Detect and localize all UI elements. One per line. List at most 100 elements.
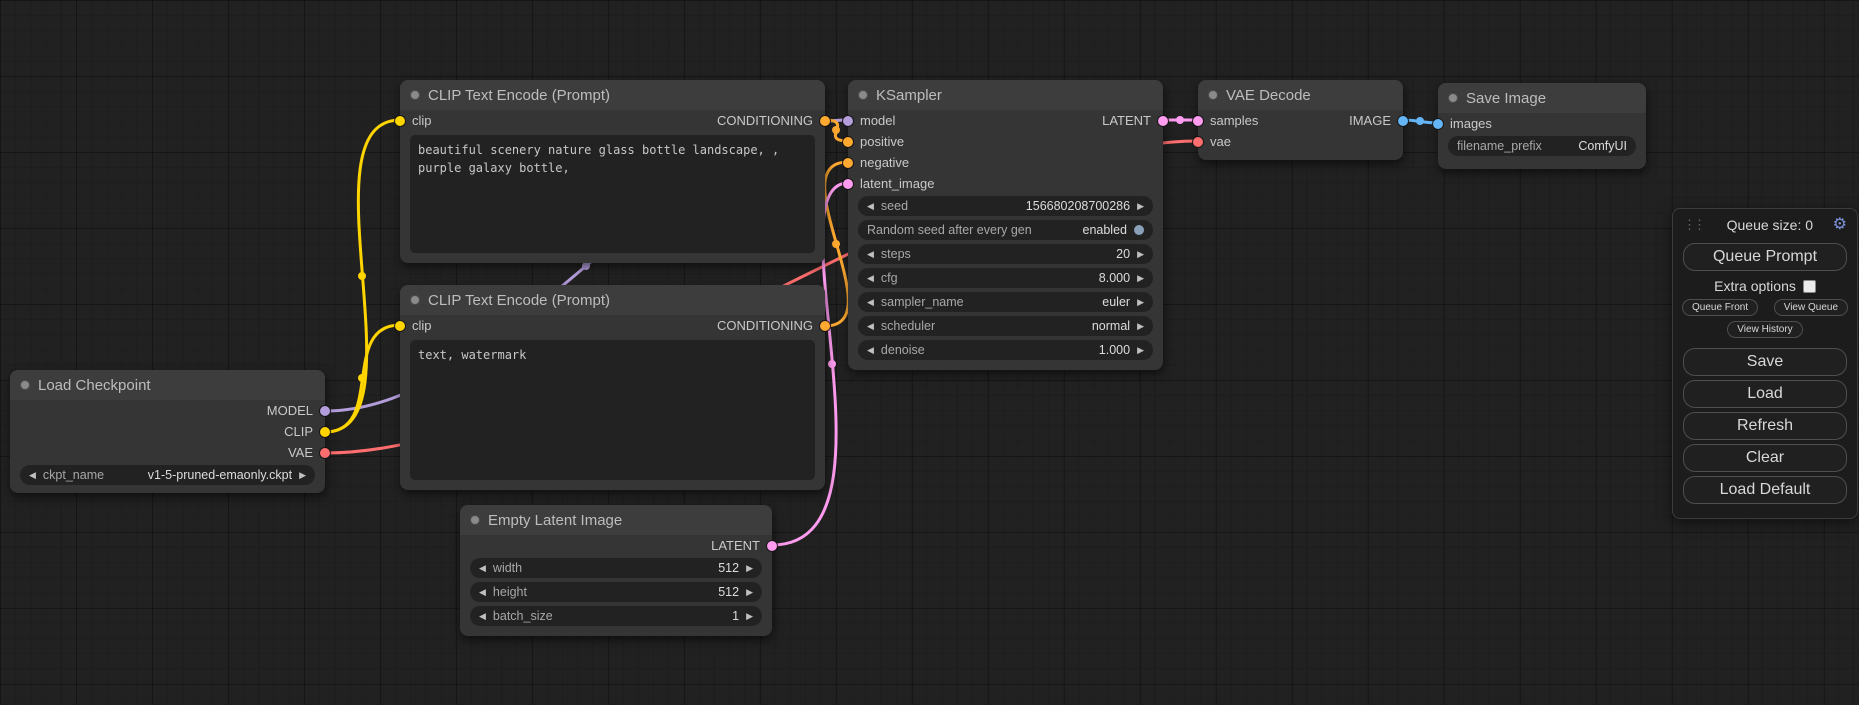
widget-sampler-name[interactable]: ◀ sampler_name euler ▶ [858,292,1153,312]
clip-output-port[interactable] [320,427,330,437]
widget-steps[interactable]: ◀ steps 20 ▶ [858,244,1153,264]
slot-label-vae: VAE [288,445,313,460]
increment-arrow-icon[interactable]: ▶ [1137,250,1144,259]
increment-arrow-icon[interactable]: ▶ [1137,346,1144,355]
vae-output-port[interactable] [320,448,330,458]
decrement-arrow-icon[interactable]: ◀ [479,588,486,597]
increment-arrow-icon[interactable]: ▶ [1137,202,1144,211]
node-title: VAE Decode [1226,87,1311,104]
node-header[interactable]: Load Checkpoint [10,370,325,400]
refresh-button[interactable]: Refresh [1683,412,1847,440]
samples-input-port[interactable] [1193,116,1203,126]
increment-arrow-icon[interactable]: ▶ [299,471,306,480]
decrement-arrow-icon[interactable]: ◀ [479,612,486,621]
widget-value: 1 [732,609,739,623]
widget-ckpt-name[interactable]: ◀ ckpt_name v1-5-pruned-emaonly.ckpt ▶ [20,465,315,485]
decrement-arrow-icon[interactable]: ◀ [867,250,874,259]
slot-label-latent-image: latent_image [860,176,934,191]
widget-name: cfg [881,271,898,285]
slot-row: model LATENT [848,110,1163,131]
decrement-arrow-icon[interactable]: ◀ [867,274,874,283]
slot-row: images [1438,113,1646,134]
conditioning-output-port[interactable] [820,116,830,126]
decrement-arrow-icon[interactable]: ◀ [479,564,486,573]
negative-input-port[interactable] [843,158,853,168]
node-vae-decode[interactable]: VAE Decode samples IMAGE vae [1198,80,1403,160]
load-default-button[interactable]: Load Default [1683,476,1847,504]
view-queue-button[interactable]: View Queue [1774,299,1848,316]
decrement-arrow-icon[interactable]: ◀ [867,322,874,331]
node-graph-canvas[interactable]: Load Checkpoint MODEL CLIP VAE ◀ ckpt_na… [0,0,1859,705]
node-header[interactable]: Save Image [1438,83,1646,113]
node-collapse-dot[interactable] [858,90,868,100]
clear-button[interactable]: Clear [1683,444,1847,472]
widget-filename-prefix[interactable]: filename_prefix ComfyUI [1448,136,1636,156]
increment-arrow-icon[interactable]: ▶ [746,612,753,621]
images-input-port[interactable] [1433,119,1443,129]
node-collapse-dot[interactable] [410,90,420,100]
latent-output-port[interactable] [1158,116,1168,126]
negative-prompt-textarea[interactable]: text, watermark [410,340,815,480]
node-empty-latent-image[interactable]: Empty Latent Image LATENT ◀ width 512 ▶ … [460,505,772,636]
slot-label-conditioning: CONDITIONING [717,113,813,128]
vae-input-port[interactable] [1193,137,1203,147]
widget-batch-size[interactable]: ◀ batch_size 1 ▶ [470,606,762,626]
widget-height[interactable]: ◀ height 512 ▶ [470,582,762,602]
extra-options-checkbox[interactable] [1803,280,1816,293]
node-header[interactable]: CLIP Text Encode (Prompt) [400,285,825,315]
model-output-port[interactable] [320,406,330,416]
decrement-arrow-icon[interactable]: ◀ [867,346,874,355]
queue-size-label: Queue size: 0 [1707,217,1833,233]
model-input-port[interactable] [843,116,853,126]
image-output-port[interactable] [1398,116,1408,126]
wire-midpoint-dot [358,272,366,280]
widget-denoise[interactable]: ◀ denoise 1.000 ▶ [858,340,1153,360]
queue-prompt-button[interactable]: Queue Prompt [1683,243,1847,271]
widget-scheduler[interactable]: ◀ scheduler normal ▶ [858,316,1153,336]
node-collapse-dot[interactable] [410,295,420,305]
node-save-image[interactable]: Save Image images filename_prefix ComfyU… [1438,83,1646,169]
increment-arrow-icon[interactable]: ▶ [1137,298,1144,307]
node-ksampler[interactable]: KSampler model LATENT positive negative … [848,80,1163,370]
positive-prompt-textarea[interactable]: beautiful scenery nature glass bottle la… [410,135,815,253]
widget-seed[interactable]: ◀ seed 156680208700286 ▶ [858,196,1153,216]
conditioning-output-port[interactable] [820,321,830,331]
node-clip-text-encode-positive[interactable]: CLIP Text Encode (Prompt) clip CONDITION… [400,80,825,263]
slot-label-images: images [1450,116,1492,131]
node-header[interactable]: KSampler [848,80,1163,110]
widget-width[interactable]: ◀ width 512 ▶ [470,558,762,578]
load-button[interactable]: Load [1683,380,1847,408]
node-load-checkpoint[interactable]: Load Checkpoint MODEL CLIP VAE ◀ ckpt_na… [10,370,325,493]
node-header[interactable]: CLIP Text Encode (Prompt) [400,80,825,110]
positive-input-port[interactable] [843,137,853,147]
node-collapse-dot[interactable] [1208,90,1218,100]
node-clip-text-encode-negative[interactable]: CLIP Text Encode (Prompt) clip CONDITION… [400,285,825,490]
save-button[interactable]: Save [1683,348,1847,376]
latent-output-port[interactable] [767,541,777,551]
widget-random-seed-toggle[interactable]: Random seed after every gen enabled [858,220,1153,240]
slot-label-clip: CLIP [284,424,313,439]
decrement-arrow-icon[interactable]: ◀ [29,471,36,480]
clip-input-port[interactable] [395,116,405,126]
clip-input-port[interactable] [395,321,405,331]
increment-arrow-icon[interactable]: ▶ [746,588,753,597]
decrement-arrow-icon[interactable]: ◀ [867,298,874,307]
widget-name: width [493,561,522,575]
node-header[interactable]: Empty Latent Image [460,505,772,535]
node-collapse-dot[interactable] [20,380,30,390]
node-collapse-dot[interactable] [470,515,480,525]
node-header[interactable]: VAE Decode [1198,80,1403,110]
settings-gear-icon[interactable]: ⚙ [1833,217,1847,233]
view-history-button[interactable]: View History [1727,321,1802,338]
toggle-on-dot[interactable] [1134,225,1144,235]
increment-arrow-icon[interactable]: ▶ [1137,274,1144,283]
increment-arrow-icon[interactable]: ▶ [1137,322,1144,331]
increment-arrow-icon[interactable]: ▶ [746,564,753,573]
queue-front-button[interactable]: Queue Front [1682,299,1758,316]
drag-handle-icon[interactable]: ⋮⋮ [1683,217,1707,233]
widget-cfg[interactable]: ◀ cfg 8.000 ▶ [858,268,1153,288]
slot-row: positive [848,131,1163,152]
latent-image-input-port[interactable] [843,179,853,189]
node-collapse-dot[interactable] [1448,93,1458,103]
decrement-arrow-icon[interactable]: ◀ [867,202,874,211]
